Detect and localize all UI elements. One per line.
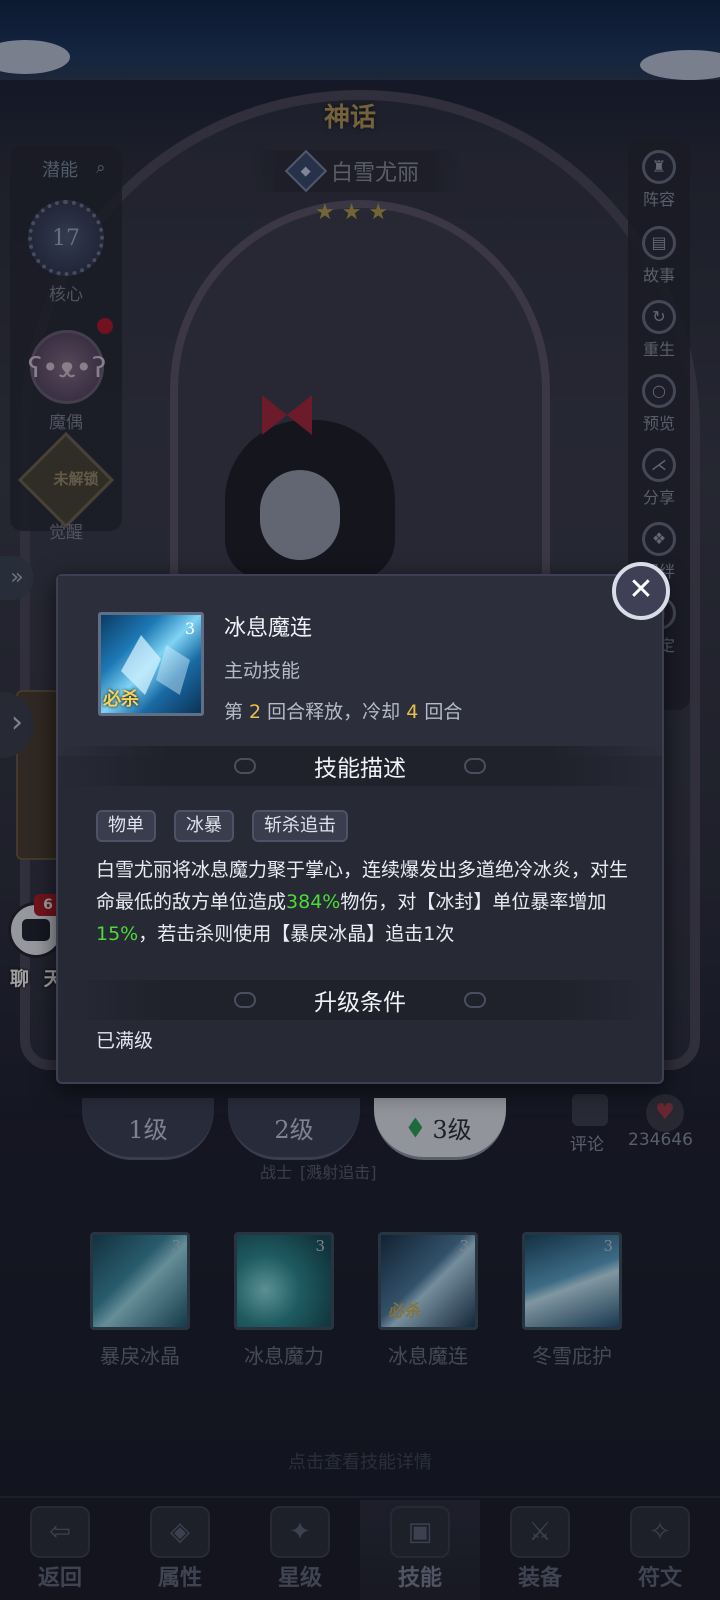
skill-timing: 第 2 回合释放，冷却 4 回合 <box>224 701 463 723</box>
cooldown-rounds: 4 <box>406 701 419 723</box>
ornament-icon <box>234 758 256 774</box>
skill-name: 冰息魔连 <box>224 616 313 641</box>
ice-crystal <box>156 645 190 695</box>
skill-tag-chip: 物单 <box>96 810 156 842</box>
close-icon[interactable]: ✕ <box>612 562 670 620</box>
release-round: 2 <box>249 701 262 723</box>
upgrade-heading: 升级条件 <box>58 980 662 1020</box>
skill-tag-chip: 斩杀追击 <box>252 810 348 842</box>
skill-tag-chip: 冰暴 <box>174 810 234 842</box>
description-heading: 技能描述 <box>58 746 662 786</box>
upgrade-status: 已满级 <box>96 1030 154 1052</box>
ornament-icon <box>464 992 486 1008</box>
ice-shard-icon: 3 必杀 <box>98 612 204 716</box>
skill-level-badge: 3 <box>184 619 195 638</box>
ornament-icon <box>464 758 486 774</box>
damage-value: 384% <box>286 891 341 913</box>
skill-type: 主动技能 <box>224 660 301 682</box>
ultimate-tag: 必杀 <box>103 689 139 710</box>
ornament-icon <box>234 992 256 1008</box>
crit-bonus-value: 15% <box>96 923 139 945</box>
skill-description: 白雪尤丽将冰息魔力聚于掌心，连续爆发出多道绝冷冰炎，对生命最低的敌方单位造成38… <box>96 859 629 945</box>
